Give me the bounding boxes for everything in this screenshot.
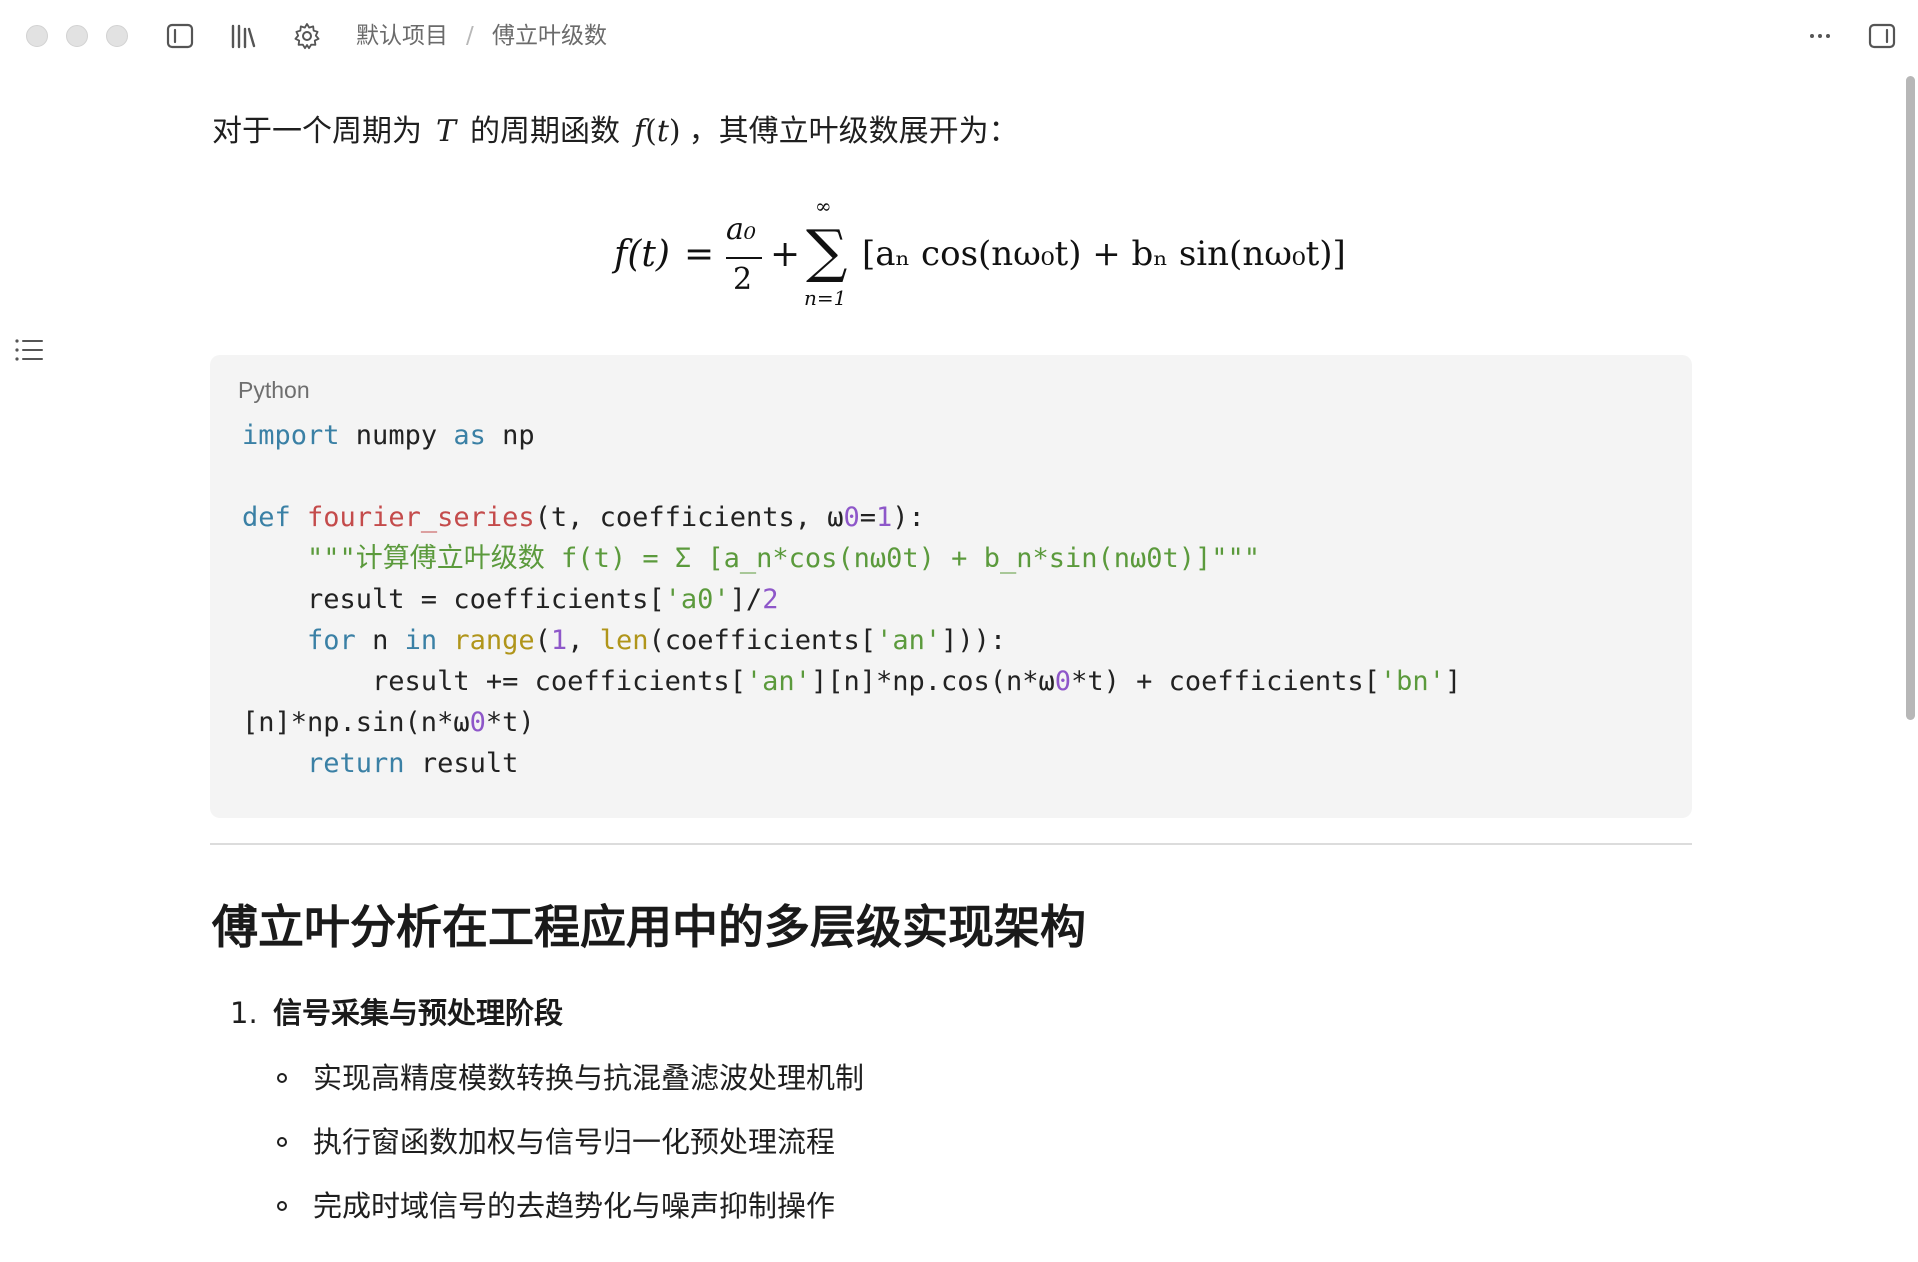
formula-lhs: f(t) (614, 234, 670, 275)
bullet-marker (277, 1201, 287, 1211)
code-token: 0 (469, 707, 486, 738)
math-paren-open: ( (645, 114, 657, 149)
code-content[interactable]: import numpy as np def fourier_series(t,… (242, 415, 1461, 784)
intro-text-1: 对于一个周期为 (212, 114, 422, 149)
code-token: 'an' (876, 625, 942, 656)
breadcrumb-project[interactable]: 默认项目 (356, 20, 448, 52)
code-line: result += coefficients['an'][n]*np.cos(n… (242, 666, 1462, 697)
formula-plus: + (770, 234, 801, 275)
code-line: for n in range(1, len(coefficients['an']… (307, 625, 1007, 656)
code-token: 'a0' (664, 584, 730, 615)
code-token: 1 (550, 625, 568, 656)
sidebar-toggle-icon[interactable] (164, 20, 196, 52)
code-line: def fourier_series(t, coefficients, ω0=1… (242, 502, 925, 533)
code-token: 0 (1054, 666, 1072, 697)
code-token: """计算傅立叶级数 f(t) = Σ [a_n*cos(nω0t) + b_n… (307, 543, 1261, 574)
sum-upper-limit: ∞ (815, 194, 832, 218)
list-item: 执行窗函数加权与信号归一化预处理流程 (313, 1125, 836, 1159)
breadcrumb-separator: / (466, 23, 474, 49)
minimize-window-button[interactable] (66, 25, 88, 47)
sum-symbol: ∑ (806, 217, 848, 285)
list-item: 完成时域信号的去趋势化与噪声抑制操作 (313, 1189, 836, 1223)
more-options-icon[interactable] (1804, 20, 1836, 52)
breadcrumb-document[interactable]: 傅立叶级数 (492, 20, 607, 52)
bullet-marker (277, 1073, 287, 1083)
code-token: import (242, 420, 340, 451)
section-heading: 傅立叶分析在工程应用中的多层级实现架构 (212, 900, 1086, 954)
code-token: 2 (762, 584, 779, 615)
math-period-T: T (436, 114, 457, 149)
formula-body: [aₙ cos(nω₀t) + bₙ sin(nω₀t)] (862, 234, 1346, 274)
horizontal-divider (210, 843, 1692, 845)
code-line: import numpy as np (242, 420, 535, 451)
fraction-bar (726, 257, 762, 259)
close-window-button[interactable] (26, 25, 48, 47)
sum-lower-limit: n=1 (804, 286, 847, 310)
list-item-title: 信号采集与预处理阶段 (273, 996, 564, 1030)
code-token: 'an' (745, 666, 811, 697)
list-number: 1. (230, 996, 258, 1030)
code-token: 0 (843, 502, 860, 533)
code-line: result = coefficients['a0']/2 (242, 584, 779, 615)
math-function-f: f (634, 114, 646, 149)
code-block[interactable]: Python import numpy as np def fourier_se… (210, 355, 1692, 818)
right-panel-toggle-icon[interactable] (1866, 20, 1898, 52)
intro-text-3: ，其傅立叶级数展开为： (688, 114, 1019, 149)
intro-text-2: 的周期函数 (470, 114, 621, 149)
code-token: return (307, 748, 405, 779)
math-paren-close: ) (668, 114, 681, 149)
bullet-marker (277, 1137, 287, 1147)
library-icon[interactable] (227, 20, 259, 52)
code-token: len (599, 625, 649, 656)
code-token: as (453, 420, 486, 451)
code-token: 1 (876, 502, 893, 533)
fourier-series-formula: f(t) = a₀ 2 + ∞ ∑ n=1 [aₙ cos(nω₀t) + bₙ… (614, 194, 1346, 314)
vertical-scrollbar[interactable] (1906, 76, 1915, 720)
formula-denominator: 2 (733, 262, 753, 297)
code-token: 'bn' (1379, 666, 1445, 697)
code-line: return result (307, 748, 519, 779)
code-line: [n]*np.sin(n*ω0*t) (242, 707, 535, 738)
zoom-window-button[interactable] (106, 25, 128, 47)
code-token: in (404, 625, 438, 656)
list-item: 实现高精度模数转换与抗混叠滤波处理机制 (313, 1061, 865, 1095)
formula-equals: = (684, 234, 715, 275)
code-token: for (307, 625, 356, 656)
formula-numerator: a₀ (726, 212, 756, 247)
code-token: fourier_series (307, 502, 535, 533)
code-token: range (453, 625, 535, 656)
code-token: def (242, 502, 291, 533)
code-line: """计算傅立叶级数 f(t) = Σ [a_n*cos(nω0t) + b_n… (242, 538, 1461, 579)
code-language-label: Python (238, 377, 310, 403)
title-bar: 默认项目 / 傅立叶级数 (0, 0, 1918, 72)
math-variable-t: t (656, 114, 669, 149)
table-of-contents-icon[interactable] (13, 335, 45, 365)
intro-paragraph: 对于一个周期为 T 的周期函数 f(t) ，其傅立叶级数展开为： (212, 108, 1019, 156)
settings-gear-icon[interactable] (291, 20, 323, 52)
